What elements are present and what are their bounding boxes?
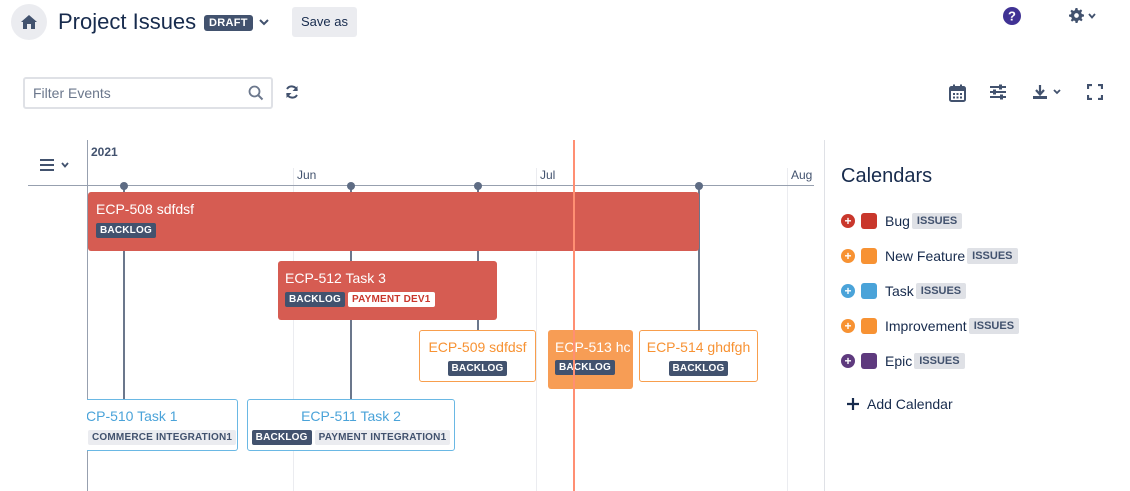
calendar-name: Improvement	[885, 318, 967, 334]
sliders-icon[interactable]	[989, 84, 1007, 100]
event-title: ECP-512 Task 3	[285, 270, 386, 286]
plus-icon[interactable]: +	[841, 284, 855, 298]
event-title: ECP-511 Task 2	[301, 408, 401, 424]
calendar-item-new-feature[interactable]: + New Feature ISSUES	[841, 246, 1018, 266]
year-label: 2021	[91, 145, 118, 159]
color-swatch	[861, 248, 877, 264]
event-tag: BACKLOG	[555, 360, 615, 375]
calendar-item-bug[interactable]: + Bug ISSUES	[841, 211, 963, 231]
calendar-name: Task	[885, 283, 914, 299]
home-icon	[21, 15, 37, 29]
color-swatch	[861, 318, 877, 334]
event-marker	[347, 182, 355, 190]
calendar-icon[interactable]	[949, 84, 966, 102]
event-tag: BACKLOG	[668, 361, 729, 376]
help-icon[interactable]: ?	[1003, 7, 1021, 25]
event-title: ECP-513 hc	[555, 339, 631, 355]
event-ecp-514[interactable]: ECP-514 ghdfgh BACKLOG	[639, 330, 758, 382]
event-tag: PAYMENT INTEGRATION1	[314, 430, 451, 445]
event-marker	[695, 182, 703, 190]
event-ecp-509[interactable]: ECP-509 sdfdsf BACKLOG	[419, 330, 536, 382]
calendar-tag: ISSUES	[914, 353, 965, 369]
refresh-icon[interactable]	[284, 84, 300, 100]
calendar-tag: ISSUES	[915, 283, 967, 299]
calendar-name: Epic	[885, 353, 913, 369]
event-marker	[474, 182, 482, 190]
event-ecp-510[interactable]: CP-510 Task 1 COMMERCE INTEGRATION1	[72, 399, 238, 451]
calendar-name: New Feature	[885, 248, 966, 264]
svg-text:?: ?	[1008, 9, 1016, 24]
calendar-item-epic[interactable]: + Epic ISSUES	[841, 351, 965, 371]
event-tag: BACKLOG	[96, 223, 156, 238]
calendar-item-task[interactable]: + Task ISSUES	[841, 281, 967, 301]
calendar-item-improvement[interactable]: + Improvement ISSUES	[841, 316, 1020, 336]
color-swatch	[861, 213, 877, 229]
color-swatch	[861, 283, 877, 299]
save-as-button[interactable]: Save as	[292, 7, 357, 37]
calendar-tag: ISSUES	[968, 318, 1020, 334]
calendar-tag: ISSUES	[967, 248, 1018, 264]
add-calendar-label: Add Calendar	[867, 396, 953, 412]
download-icon[interactable]	[1032, 84, 1062, 100]
filter-events[interactable]	[23, 77, 273, 109]
today-marker	[573, 140, 575, 491]
draft-badge: DRAFT	[204, 15, 253, 31]
plus-icon[interactable]: +	[841, 249, 855, 263]
filter-events-input[interactable]	[25, 79, 235, 107]
home-button[interactable]	[11, 4, 47, 40]
event-tag: BACKLOG	[447, 361, 508, 376]
event-marker	[120, 182, 128, 190]
event-title: CP-510 Task 1	[86, 408, 178, 424]
gear-icon	[1069, 8, 1084, 23]
timeline[interactable]: 2021 Jun Jul Aug ECP-508 sdfdsf BACKLOG …	[0, 140, 825, 491]
search-icon[interactable]	[248, 85, 264, 101]
settings-menu[interactable]	[1069, 8, 1097, 23]
event-title: ECP-509 sdfdsf	[428, 339, 527, 355]
color-swatch	[861, 353, 877, 369]
event-tag: COMMERCE INTEGRATION1	[88, 430, 237, 445]
plus-icon	[847, 398, 859, 410]
event-tag: PAYMENT DEV1	[347, 292, 435, 307]
month-label: Jun	[297, 168, 317, 182]
timeline-menu-button[interactable]	[40, 159, 70, 171]
event-tag: BACKLOG	[251, 430, 312, 445]
event-ecp-511[interactable]: ECP-511 Task 2 BACKLOG PAYMENT INTEGRATI…	[247, 399, 455, 451]
calendars-sidebar: Calendars + Bug ISSUES + New Feature ISS…	[824, 140, 1130, 491]
chevron-down-icon	[1088, 12, 1096, 19]
month-label: Aug	[791, 168, 813, 182]
plus-icon[interactable]: +	[841, 354, 855, 368]
plus-icon[interactable]: +	[841, 319, 855, 333]
calendar-tag: ISSUES	[911, 213, 963, 229]
event-ecp-513[interactable]: ECP-513 hc BACKLOG	[548, 330, 633, 389]
event-title: ECP-514 ghdfgh	[646, 339, 751, 355]
event-tag: BACKLOG	[285, 292, 345, 307]
gridline	[787, 168, 788, 491]
month-label: Jul	[540, 168, 556, 182]
add-calendar-button[interactable]: Add Calendar	[847, 396, 953, 412]
event-ecp-508[interactable]: ECP-508 sdfdsf BACKLOG	[88, 192, 699, 251]
page-title: Project Issues	[58, 9, 197, 34]
chevron-down-icon[interactable]	[257, 15, 271, 29]
calendar-name: Bug	[885, 213, 910, 229]
event-title: ECP-508 sdfdsf	[96, 201, 195, 217]
fullscreen-icon[interactable]	[1087, 84, 1103, 100]
chevron-down-icon	[61, 162, 69, 168]
plus-icon[interactable]: +	[841, 214, 855, 228]
timeline-left-gutter	[0, 399, 87, 454]
hamburger-icon	[40, 159, 54, 171]
calendars-title: Calendars	[841, 165, 933, 187]
event-ecp-512[interactable]: ECP-512 Task 3 BACKLOG PAYMENT DEV1	[278, 261, 497, 320]
